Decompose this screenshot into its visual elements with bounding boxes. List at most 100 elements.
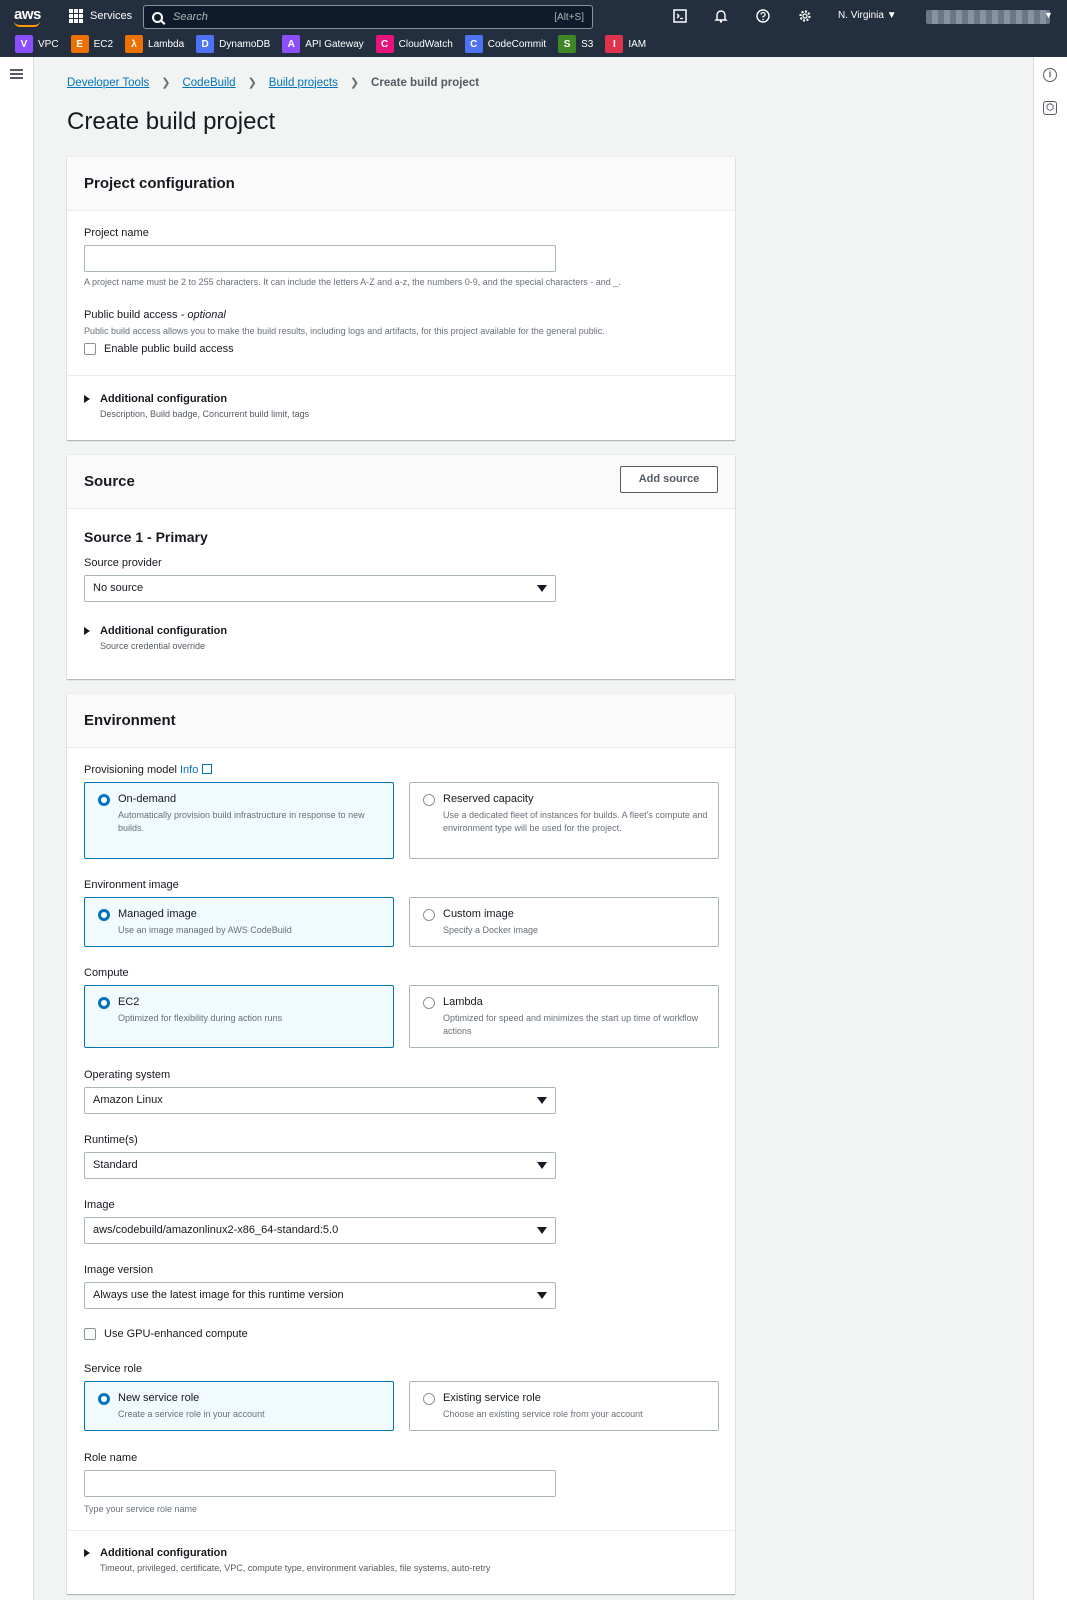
radio-selected-icon[interactable] [98,1393,110,1405]
account-caret-icon: ▼ [1044,10,1053,20]
service-icon: C [464,35,483,53]
favorites-bar: V VPC E EC2 λ Lambda D DynamoDB A API Gateway C Clo… [15,35,646,53]
help-icon[interactable] [755,9,771,25]
aws-logo[interactable]: aws [14,6,41,27]
enable-public-access-checkbox[interactable]: Enable public build access [84,343,234,355]
panel-title: Project configuration [84,175,235,192]
external-link-icon[interactable] [202,764,213,774]
breadcrumb-build-projects[interactable]: Build projects [269,77,338,89]
expand-title: Additional configuration [100,1547,228,1559]
image-label: Image [84,1199,115,1211]
radio-selected-icon[interactable] [98,794,110,806]
cloudshell-icon[interactable] [672,9,688,25]
operating-system-select[interactable]: Amazon Linux [84,1087,556,1114]
service-icon: λ [125,35,144,53]
option-title: EC2 [118,996,140,1008]
option-title: Lambda [443,996,483,1008]
source-panel: Source Add source Source 1 - Primary Sou… [67,455,735,679]
breadcrumb: Developer Tools ❯ CodeBuild ❯ Build proj… [67,76,480,90]
project-configuration-panel: Project configuration Project name A pro… [67,157,735,440]
gear-icon[interactable] [797,9,813,25]
radio-unselected-icon[interactable] [423,1393,435,1405]
info-link[interactable]: Info [180,764,198,776]
option-description: Choose an existing service role from you… [443,1409,643,1419]
region-selector[interactable]: N. Virginia ▼ [838,10,897,21]
expand-desc: Timeout, privileged, certificate, VPC, c… [100,1563,491,1573]
gpu-compute-checkbox[interactable]: Use GPU-enhanced compute [84,1328,248,1340]
runtime-label: Runtime(s) [84,1134,138,1146]
option-title: New service role [118,1392,200,1404]
search-icon [152,11,163,23]
services-menu-button[interactable]: Services [69,9,132,23]
left-navigation-rail [0,57,34,1600]
caret-down-icon [537,585,547,592]
page-title: Create build project [67,108,276,135]
favorite-s3[interactable]: S S3 [558,35,593,53]
source-provider-select[interactable]: No source [84,575,556,602]
source-provider-label: Source provider [84,557,162,569]
panel-header: Project configuration [67,157,735,211]
breadcrumb-current: Create build project [371,76,480,89]
checkbox-box[interactable] [84,343,96,355]
caret-right-icon [84,395,90,403]
public-access-label: Public build access - optional [84,309,226,321]
option-tile-managed-image[interactable]: Managed image Use an image managed by AWS… [84,897,394,947]
favorite-cloudwatch[interactable]: C CloudWatch [375,35,453,53]
breadcrumb-codebuild[interactable]: CodeBuild [182,77,235,89]
favorite-dynamodb[interactable]: D DynamoDB [196,35,270,53]
breadcrumb-developer-tools[interactable]: Developer Tools [67,77,149,89]
expand-desc: Source credential override [100,641,206,651]
search-input[interactable] [173,11,555,23]
option-description: Automatically provision build infrastruc… [118,810,365,833]
chevron-right-icon: ❯ [247,77,257,89]
radio-unselected-icon[interactable] [423,794,435,806]
option-tile-reserved-capacity[interactable]: Reserved capacity Use a dedicated fleet o… [409,782,719,859]
expand-desc: Description, Build badge, Concurrent bui… [100,409,310,419]
radio-unselected-icon[interactable] [423,997,435,1009]
add-source-button[interactable]: Add source [620,466,718,493]
chevron-right-icon: ❯ [161,77,171,89]
image-version-label: Image version [84,1264,154,1276]
favorite-label: API Gateway [305,38,364,50]
radio-selected-icon[interactable] [98,909,110,921]
favorite-api-gateway[interactable]: A API Gateway [282,35,364,53]
favorite-label: S3 [581,38,594,50]
caret-down-icon [537,1162,547,1169]
option-tile-lambda[interactable]: Lambda Optimized for speed and minimizes … [409,985,719,1048]
favorite-iam[interactable]: I IAM [605,35,646,53]
checkbox-box[interactable] [84,1328,96,1340]
search-bar[interactable]: [Alt+S] [143,5,593,29]
menu-icon[interactable] [10,69,23,79]
checkbox-label: Use GPU-enhanced compute [104,1328,248,1340]
option-tile-on-demand[interactable]: On-demand Automatically provision build i… [84,782,394,859]
favorite-codecommit[interactable]: C CodeCommit [464,35,546,53]
role-name-input[interactable] [84,1470,556,1497]
expand-title: Additional configuration [100,393,228,405]
favorite-ec2[interactable]: E EC2 [70,35,113,53]
option-tile-existing-service-role[interactable]: Existing service role Choose an existing … [409,1381,719,1431]
info-icon[interactable]: i [1043,68,1057,82]
account-menu[interactable] [926,10,1050,24]
tools-icon[interactable]: ⬡ [1043,101,1057,115]
option-tile-new-service-role[interactable]: New service role Create a service role in… [84,1381,394,1431]
divider [67,1530,735,1531]
service-icon: I [605,35,624,53]
image-version-select[interactable]: Always use the latest image for this run… [84,1282,556,1309]
favorite-vpc[interactable]: V VPC [15,35,59,53]
radio-unselected-icon[interactable] [423,909,435,921]
project-name-input[interactable] [84,245,556,272]
environment-panel: Environment Provisioning model Info On-d… [67,694,735,1594]
aws-smile-icon [14,21,40,27]
option-tile-custom-image[interactable]: Custom image Specify a Docker image [409,897,719,947]
option-tile-ec2[interactable]: EC2 Optimized for flexibility during acti… [84,985,394,1048]
runtime-select[interactable]: Standard [84,1152,556,1179]
caret-right-icon [84,1549,90,1557]
favorite-label: DynamoDB [219,38,271,50]
favorite-lambda[interactable]: λ Lambda [125,35,184,53]
radio-selected-icon[interactable] [98,997,110,1009]
service-icon: S [558,35,577,53]
image-select[interactable]: aws/codebuild/amazonlinux2-x86_64-standa… [84,1217,556,1244]
environment-image-label: Environment image [84,879,179,891]
public-access-text: Public build access [84,309,178,321]
bell-icon[interactable] [713,9,729,25]
